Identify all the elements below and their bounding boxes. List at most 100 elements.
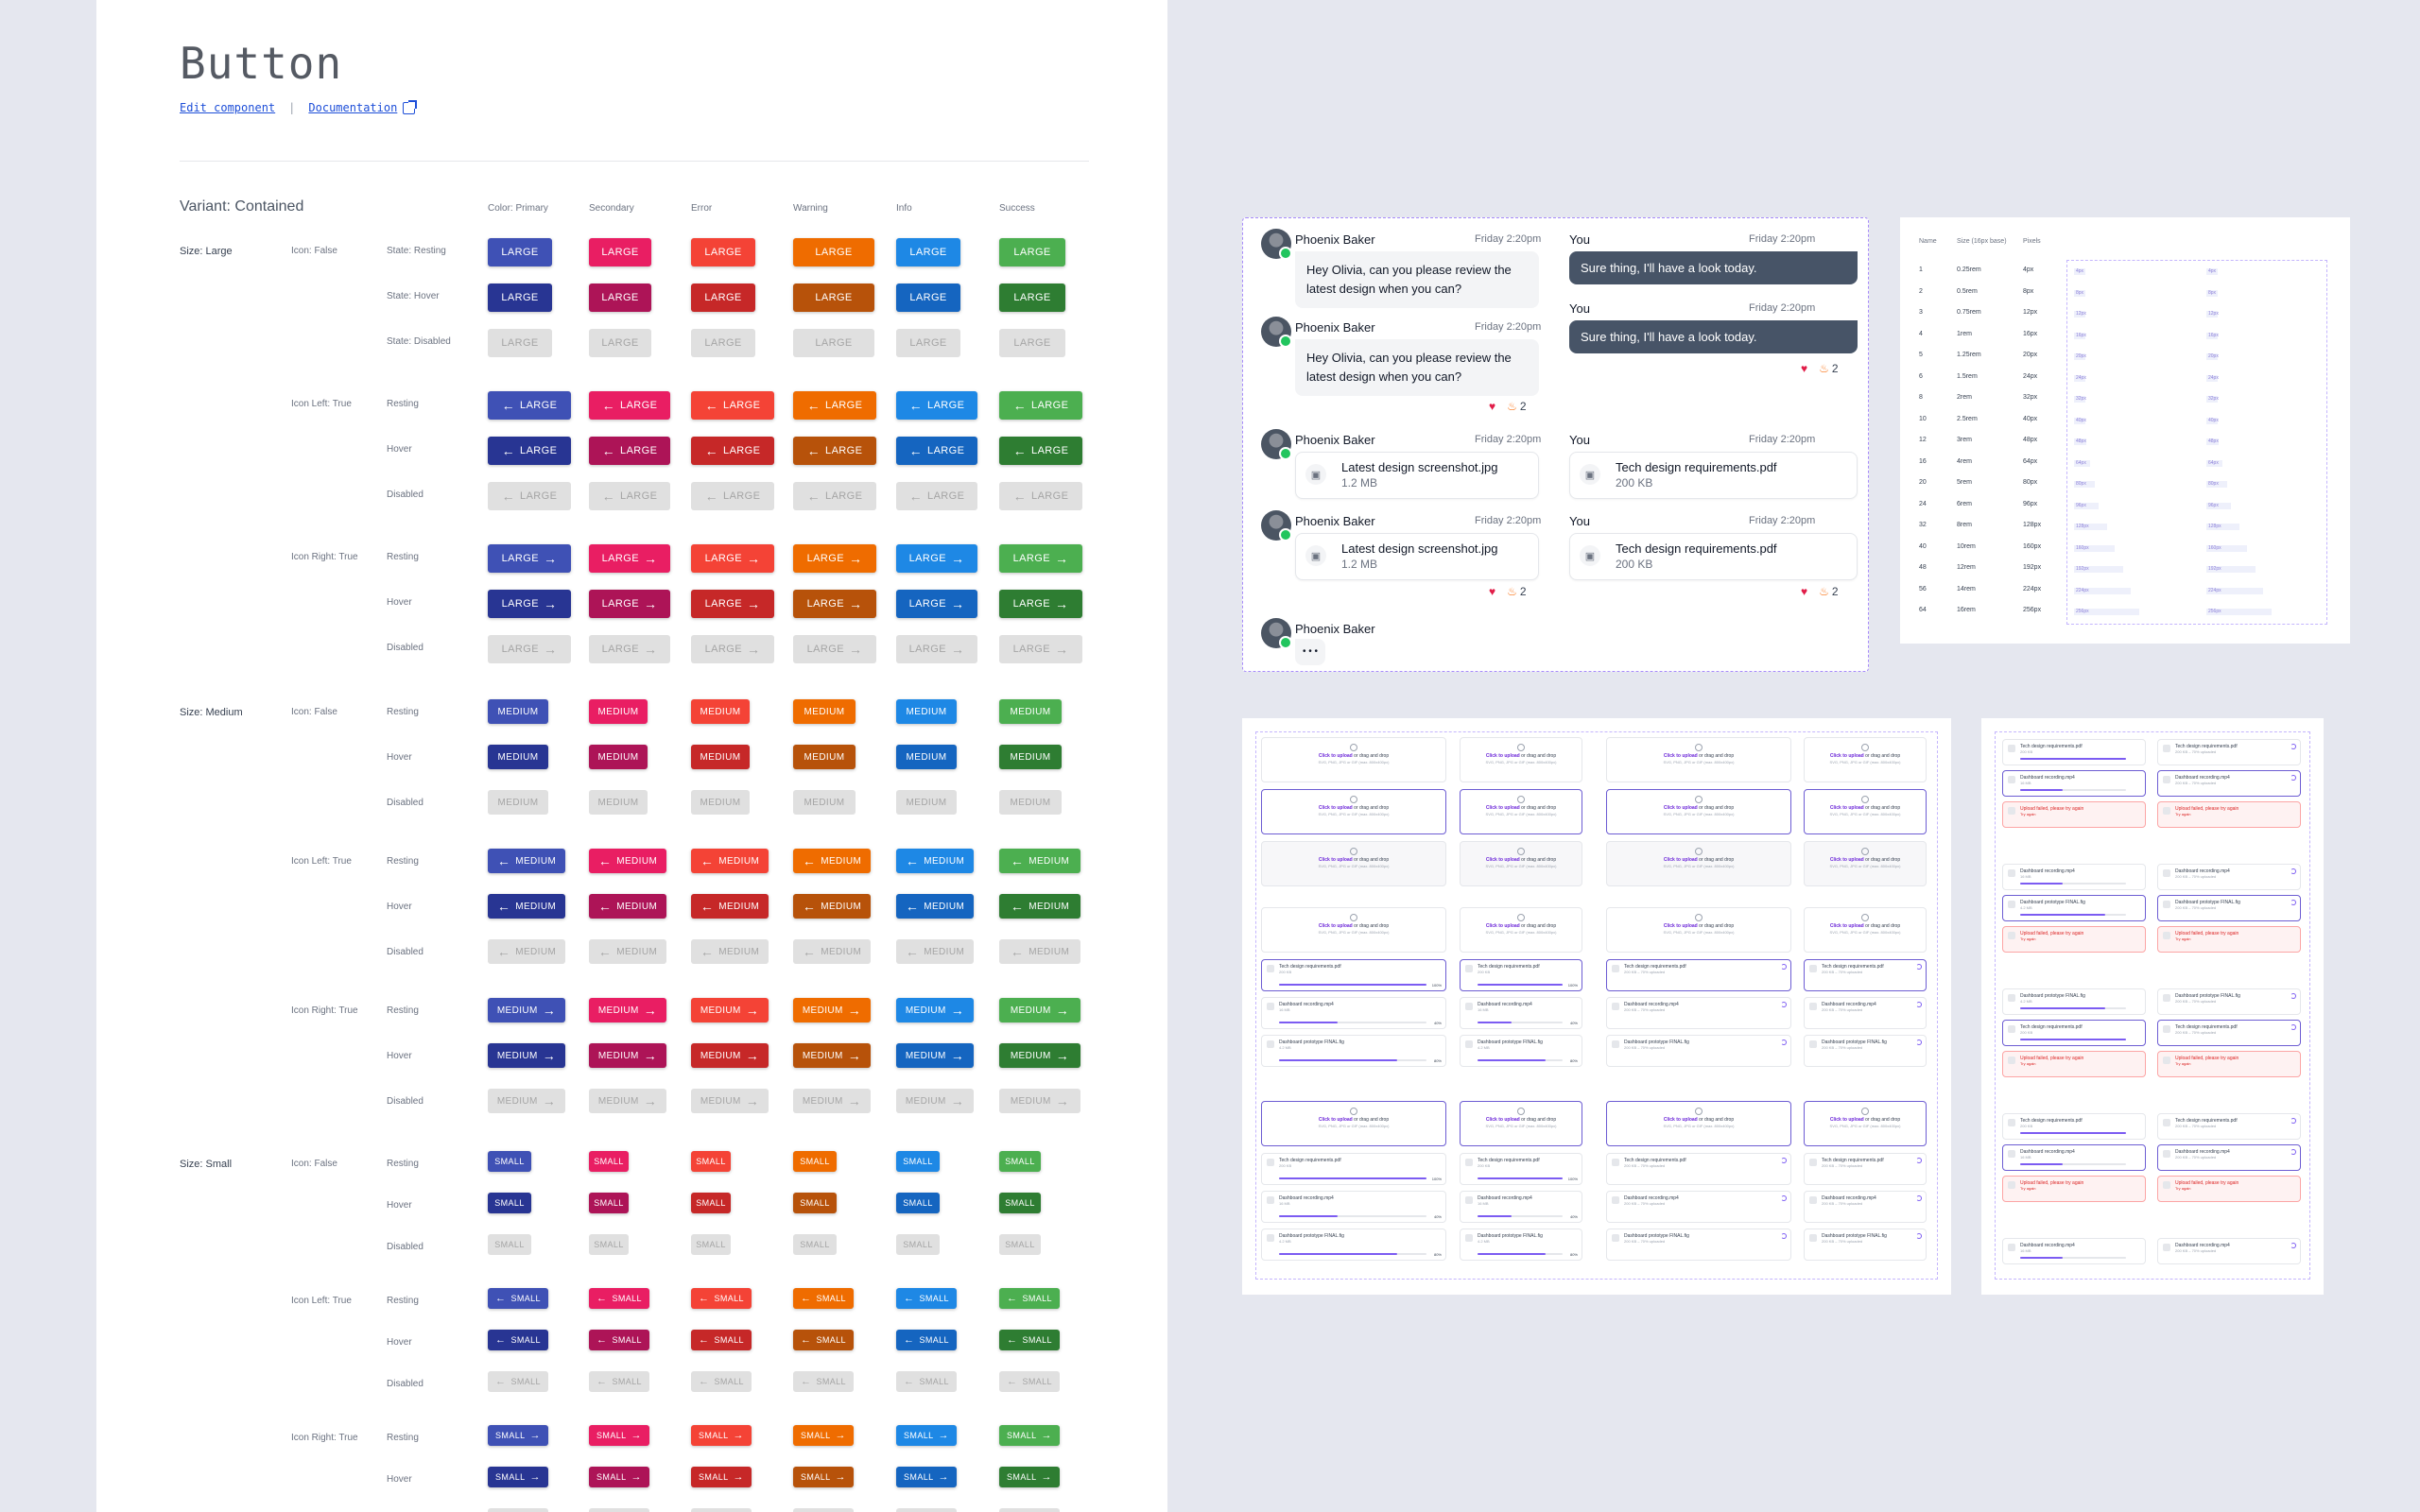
upload-dropzone[interactable]: Click to upload or drag and drop SVG, PNG… xyxy=(1606,789,1791,834)
upload-file-item[interactable]: Dashboard prototype FINAL.fig 200 KB – 70… xyxy=(1606,1035,1791,1067)
button-primary[interactable]: MEDIUM → xyxy=(488,1043,565,1068)
button-error[interactable]: LARGE xyxy=(691,284,755,312)
button-primary[interactable]: SMALL xyxy=(488,1193,531,1213)
button-info[interactable]: LARGE xyxy=(896,284,960,312)
retry-link[interactable]: Try again xyxy=(2020,1061,2036,1066)
documentation-link[interactable]: Documentation xyxy=(308,101,397,114)
fire-reaction[interactable]: ♨ 2 xyxy=(1507,400,1526,413)
upload-file-item[interactable]: Dashboard prototype FINAL.fig 200 KB – 70… xyxy=(1804,1035,1927,1067)
upload-dropzone[interactable]: Click to upload or drag and drop SVG, PNG… xyxy=(1804,789,1927,834)
upload-dropzone[interactable]: Click to upload or drag and drop SVG, PNG… xyxy=(1804,737,1927,782)
button-success[interactable]: ← SMALL xyxy=(999,1288,1060,1309)
button-error[interactable]: LARGE → xyxy=(691,544,774,573)
heart-icon[interactable]: ♥ xyxy=(1489,585,1495,598)
button-warning[interactable]: ← SMALL xyxy=(793,1330,854,1350)
upload-file-item[interactable]: Dashboard prototype FINAL.fig 200 KB – 70… xyxy=(1606,1228,1791,1261)
upload-dropzone[interactable]: Click to upload or drag and drop SVG, PNG… xyxy=(1261,737,1446,782)
button-info[interactable]: LARGE → xyxy=(896,590,977,618)
upload-cta[interactable]: Click to upload xyxy=(1664,1117,1698,1123)
upload-cta[interactable]: Click to upload xyxy=(1319,805,1353,811)
upload-file-item[interactable]: Dashboard recording.mp4 200 KB – 70% uplo… xyxy=(2157,1238,2301,1264)
button-secondary[interactable]: ← MEDIUM xyxy=(589,894,666,919)
button-secondary[interactable]: MEDIUM → xyxy=(589,998,666,1022)
button-error[interactable]: ← LARGE xyxy=(691,437,774,465)
upload-cta[interactable]: Click to upload xyxy=(1486,805,1520,811)
upload-file-item[interactable]: Dashboard prototype FINAL.fig 4.2 MB 80% xyxy=(1460,1035,1582,1067)
button-error[interactable]: LARGE → xyxy=(691,590,774,618)
upload-file-item[interactable]: Upload failed, please try again Try again xyxy=(2157,1051,2301,1077)
upload-cta[interactable]: Click to upload xyxy=(1486,857,1520,863)
button-error[interactable]: SMALL → xyxy=(691,1425,752,1446)
button-primary[interactable]: ← LARGE xyxy=(488,437,571,465)
upload-dropzone[interactable]: Click to upload or drag and drop SVG, PNG… xyxy=(1606,737,1791,782)
button-primary[interactable]: LARGE → xyxy=(488,544,571,573)
button-success[interactable]: LARGE → xyxy=(999,544,1082,573)
upload-dropzone[interactable]: Click to upload or drag and drop SVG, PNG… xyxy=(1460,789,1582,834)
upload-cta[interactable]: Click to upload xyxy=(1664,805,1698,811)
upload-cta[interactable]: Click to upload xyxy=(1664,753,1698,759)
button-warning[interactable]: MEDIUM → xyxy=(793,1043,871,1068)
upload-dropzone[interactable]: Click to upload or drag and drop SVG, PNG… xyxy=(1804,841,1927,886)
button-error[interactable]: MEDIUM → xyxy=(691,998,769,1022)
button-error[interactable]: ← MEDIUM xyxy=(691,849,769,873)
button-success[interactable]: ← LARGE xyxy=(999,391,1082,420)
button-secondary[interactable]: ← LARGE xyxy=(589,437,670,465)
upload-file-item[interactable]: Tech design requirements.pdf 200 KB xyxy=(2002,1020,2146,1046)
button-primary[interactable]: ← LARGE xyxy=(488,391,571,420)
button-warning[interactable]: ← LARGE xyxy=(793,391,876,420)
button-success[interactable]: LARGE xyxy=(999,284,1065,312)
upload-file-item[interactable]: Tech design requirements.pdf 200 KB 100% xyxy=(1460,959,1582,991)
upload-cta[interactable]: Click to upload xyxy=(1319,753,1353,759)
retry-link[interactable]: Try again xyxy=(2020,812,2036,816)
upload-cta[interactable]: Click to upload xyxy=(1319,1117,1353,1123)
upload-file-item[interactable]: Tech design requirements.pdf 200 KB 100% xyxy=(1261,1153,1446,1185)
heart-icon[interactable]: ♥ xyxy=(1489,400,1495,413)
upload-file-item[interactable]: Dashboard recording.mp4 200 KB – 70% uplo… xyxy=(2157,1144,2301,1171)
button-warning[interactable]: LARGE xyxy=(793,238,874,266)
button-info[interactable]: SMALL xyxy=(896,1193,940,1213)
button-info[interactable]: SMALL → xyxy=(896,1425,957,1446)
button-info[interactable]: ← MEDIUM xyxy=(896,849,974,873)
button-primary[interactable]: ← SMALL xyxy=(488,1288,548,1309)
upload-file-item[interactable]: Dashboard recording.mp4 16 MB xyxy=(2002,864,2146,890)
retry-link[interactable]: Try again xyxy=(2175,1186,2191,1191)
file-attachment[interactable]: ▣ Tech design requirements.pdf 200 KB xyxy=(1569,533,1858,580)
upload-cta[interactable]: Click to upload xyxy=(1830,923,1864,929)
button-success[interactable]: ← MEDIUM xyxy=(999,849,1080,873)
documentation-link-wrap[interactable]: Documentation xyxy=(308,99,418,114)
upload-file-item[interactable]: Dashboard recording.mp4 200 KB – 70% uplo… xyxy=(1606,997,1791,1029)
upload-file-item[interactable]: Upload failed, please try again Try again xyxy=(2002,1051,2146,1077)
button-secondary[interactable]: LARGE xyxy=(589,238,651,266)
upload-dropzone[interactable]: Click to upload or drag and drop SVG, PNG… xyxy=(1261,789,1446,834)
button-primary[interactable]: LARGE xyxy=(488,284,552,312)
button-secondary[interactable]: SMALL → xyxy=(589,1467,649,1487)
upload-dropzone[interactable]: Click to upload or drag and drop SVG, PNG… xyxy=(1261,907,1446,953)
upload-file-item[interactable]: Tech design requirements.pdf 200 KB 100% xyxy=(1460,1153,1582,1185)
button-warning[interactable]: MEDIUM xyxy=(793,745,856,769)
upload-file-item[interactable]: Dashboard prototype FINAL.fig 4.2 MB 80% xyxy=(1261,1228,1446,1261)
button-success[interactable]: SMALL → xyxy=(999,1467,1060,1487)
button-warning[interactable]: MEDIUM → xyxy=(793,998,871,1022)
retry-link[interactable]: Try again xyxy=(2175,1061,2191,1066)
button-success[interactable]: ← MEDIUM xyxy=(999,894,1080,919)
fire-reaction[interactable]: ♨ 2 xyxy=(1819,362,1838,375)
button-info[interactable]: LARGE → xyxy=(896,544,977,573)
upload-cta[interactable]: Click to upload xyxy=(1486,1117,1520,1123)
button-secondary[interactable]: ← MEDIUM xyxy=(589,849,666,873)
upload-dropzone[interactable]: Click to upload or drag and drop SVG, PNG… xyxy=(1804,907,1927,953)
button-warning[interactable]: ← LARGE xyxy=(793,437,876,465)
button-secondary[interactable]: SMALL → xyxy=(589,1425,649,1446)
upload-cta[interactable]: Click to upload xyxy=(1830,1117,1864,1123)
file-attachment[interactable]: ▣ Latest design screenshot.jpg 1.2 MB xyxy=(1295,533,1539,580)
file-attachment[interactable]: ▣ Latest design screenshot.jpg 1.2 MB xyxy=(1295,452,1539,499)
upload-file-item[interactable]: Upload failed, please try again Try again xyxy=(2157,926,2301,953)
upload-cta[interactable]: Click to upload xyxy=(1486,753,1520,759)
upload-dropzone[interactable]: Click to upload or drag and drop SVG, PNG… xyxy=(1261,1101,1446,1146)
retry-link[interactable]: Try again xyxy=(2020,936,2036,941)
upload-file-item[interactable]: Upload failed, please try again Try again xyxy=(2157,1176,2301,1202)
button-primary[interactable]: LARGE xyxy=(488,238,552,266)
reactions[interactable]: ♥ ♨ 2 xyxy=(1489,585,1527,598)
button-primary[interactable]: SMALL → xyxy=(488,1425,548,1446)
retry-link[interactable]: Try again xyxy=(2175,936,2191,941)
button-secondary[interactable]: SMALL xyxy=(589,1151,629,1172)
